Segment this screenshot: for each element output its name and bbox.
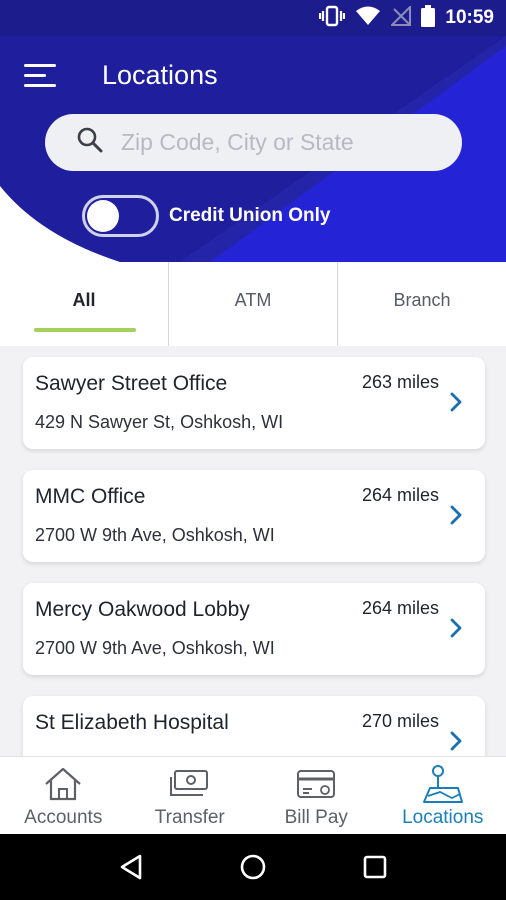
battery-icon [421, 4, 436, 32]
credit-union-toggle[interactable] [82, 195, 159, 237]
nav-label: Bill Pay [284, 807, 348, 828]
location-list[interactable]: Sawyer Street Office 263 miles 429 N Saw… [0, 346, 506, 756]
chevron-right-icon [450, 731, 462, 751]
location-name: St Elizabeth Hospital [35, 711, 229, 734]
vibrate-icon [319, 5, 346, 32]
status-bar: 10:59 [0, 0, 506, 36]
home-button-icon[interactable] [233, 847, 273, 887]
search-input[interactable] [121, 129, 421, 156]
tab-atm[interactable]: ATM [168, 262, 337, 346]
nav-label: Accounts [24, 807, 103, 828]
location-card[interactable]: MMC Office 264 miles 2700 W 9th Ave, Osh… [23, 470, 485, 562]
system-navigation-bar [0, 834, 506, 900]
location-card[interactable]: Mercy Oakwood Lobby 264 miles 2700 W 9th… [23, 583, 485, 675]
credit-union-label: Credit Union Only [169, 205, 331, 226]
location-distance: 270 miles [361, 711, 439, 731]
location-distance: 264 miles [361, 485, 439, 505]
location-address: 2700 W 9th Ave, Oshkosh, WI [35, 525, 275, 545]
location-card[interactable]: Sawyer Street Office 263 miles 429 N Saw… [23, 357, 485, 449]
page-title: Locations [102, 60, 218, 90]
menu-icon[interactable] [24, 64, 58, 88]
nav-label: Transfer [154, 807, 225, 828]
nav-locations[interactable]: Locations [380, 757, 506, 834]
location-distance: 263 miles [361, 372, 439, 392]
location-distance: 264 miles [361, 598, 439, 618]
chevron-right-icon [450, 618, 462, 638]
location-name: Mercy Oakwood Lobby [35, 598, 250, 621]
credit-union-filter: Credit Union Only [82, 195, 331, 237]
location-address: 429 N Sawyer St, Oshkosh, WI [35, 412, 284, 432]
active-tab-indicator [34, 328, 136, 332]
toggle-knob [87, 200, 119, 232]
status-time: 10:59 [445, 7, 494, 28]
nav-label: Locations [402, 807, 484, 828]
location-address: 2700 W 9th Ave, Oshkosh, WI [35, 638, 275, 658]
chevron-right-icon [450, 505, 462, 525]
search-icon [77, 127, 103, 158]
wifi-icon [355, 6, 381, 31]
tab-label: Branch [393, 290, 451, 310]
recents-icon[interactable] [355, 847, 395, 887]
nav-transfer[interactable]: Transfer [127, 757, 254, 834]
search-bar[interactable] [45, 114, 462, 171]
location-card[interactable]: St Elizabeth Hospital 270 miles [23, 696, 485, 756]
tab-branch[interactable]: Branch [337, 262, 506, 346]
nav-bill-pay[interactable]: Bill Pay [253, 757, 380, 834]
bottom-navigation: Accounts Transfer Bill Pay Locations [0, 756, 506, 834]
transfer-icon [169, 765, 211, 803]
back-icon[interactable] [111, 847, 151, 887]
map-pin-icon [422, 765, 464, 803]
location-name: Sawyer Street Office [35, 372, 228, 395]
home-icon [43, 765, 83, 803]
locations-header: Locations Credit Union Only [0, 36, 506, 262]
chevron-right-icon [450, 392, 462, 412]
location-type-tabs: All ATM Branch [0, 262, 506, 346]
tab-label: All [72, 290, 96, 310]
tab-all[interactable]: All [0, 262, 168, 346]
no-signal-icon [389, 4, 412, 31]
bill-pay-icon [296, 765, 336, 803]
nav-accounts[interactable]: Accounts [0, 757, 127, 834]
tab-label: ATM [234, 290, 272, 310]
location-name: MMC Office [35, 485, 146, 508]
